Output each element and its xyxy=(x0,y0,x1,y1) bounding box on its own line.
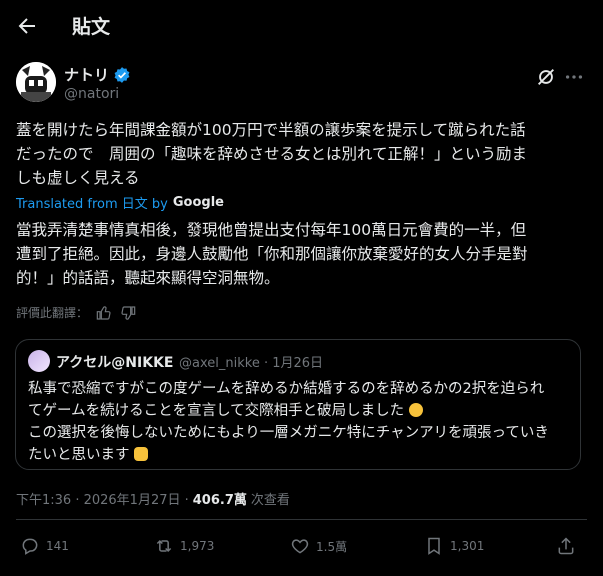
bookmark-icon xyxy=(428,537,440,555)
quote-line: この選択を後悔しないためにもより一層メガニケ特にチャンアリを頑張っていき xyxy=(28,425,549,441)
thumbs-down-icon[interactable] xyxy=(120,305,136,321)
header: 貼文 xyxy=(0,0,603,52)
share-icon xyxy=(558,537,574,555)
divider xyxy=(16,519,587,520)
repost-icon xyxy=(156,539,172,553)
post-line: だったので 周囲の「趣味を辞めさせる女とは別れて正解！」という励ま xyxy=(16,145,528,163)
author-name[interactable]: ナトリ xyxy=(64,64,109,85)
page-title: 貼文 xyxy=(72,16,111,38)
action-bar: 141 1,973 1.5萬 1,301 xyxy=(16,536,587,564)
view-count: 406.7萬 xyxy=(192,493,247,508)
verified-badge-icon xyxy=(113,66,131,84)
quote-handle-date[interactable]: @axel_nikke · 1月26日 xyxy=(179,352,323,371)
grok-icon[interactable] xyxy=(535,66,557,88)
quote-line-with-emoji: たいと思います xyxy=(28,444,573,466)
reply-icon xyxy=(22,538,38,555)
google-logo: Google xyxy=(172,195,224,210)
timestamp[interactable]: 下午1:36 · 2026年1月27日 · xyxy=(16,489,189,508)
share-button[interactable] xyxy=(556,536,576,556)
quote-avatar[interactable] xyxy=(28,350,50,372)
post-text: 蓋を開けたら年間課金額が100万円で半額の譲歩案を提示して蹴られた話 だったので… xyxy=(16,118,584,190)
back-arrow-icon[interactable] xyxy=(15,14,39,38)
quote-line: 私事で恐縮ですがこの度ゲームを辞めるか結婚するのを辞めるかの2択を迫られ xyxy=(28,381,545,397)
view-label: 次查看 xyxy=(250,493,290,508)
like-count: 1.5萬 xyxy=(316,539,348,554)
repost-count: 1,973 xyxy=(180,539,215,553)
translated-line: 當我弄清楚事情真相後，發現他曾提出支付每年100萬日元會費的一半，但 xyxy=(16,221,527,239)
quoted-post[interactable]: アクセル@NIKKE @axel_nikke · 1月26日 私事で恐縮ですがこ… xyxy=(15,339,581,470)
flexed-biceps-emoji-icon xyxy=(134,447,149,461)
translated-text: 當我弄清楚事情真相後，發現他曾提出支付每年100萬日元會費的一半，但 遭到了拒絕… xyxy=(16,218,584,290)
avatar[interactable] xyxy=(16,62,56,102)
bookmark-button[interactable]: 1,301 xyxy=(424,536,484,556)
author-name-row[interactable]: ナトリ xyxy=(64,64,131,85)
translated-line: 遭到了拒絕。因此，身邊人鼓勵他「你和那個讓你放棄愛好的女人分手是對 xyxy=(16,245,528,263)
quote-text: 私事で恐縮ですがこの度ゲームを辞めるか結婚するのを辞めるかの2択を迫られ てゲー… xyxy=(28,378,573,466)
quote-line-with-emoji: てゲームを続けることを宣言して交際相手と破局しました xyxy=(28,400,573,422)
translation-attribution[interactable]: Translated from 日文 by Google xyxy=(16,193,224,212)
crying-face-emoji-icon xyxy=(408,403,423,417)
post-meta: 下午1:36 · 2026年1月27日 · 406.7萬 次查看 xyxy=(16,489,290,508)
heart-icon xyxy=(291,539,309,554)
quote-author-name[interactable]: アクセル@NIKKE xyxy=(56,352,174,372)
rate-translation: 評價此翻譯： xyxy=(16,304,136,321)
author-handle[interactable]: @natori xyxy=(64,86,119,102)
more-options-icon[interactable] xyxy=(563,66,585,88)
rate-label: 評價此翻譯： xyxy=(16,306,89,320)
post-line: しも虚しく見える xyxy=(16,169,140,187)
post-line: 蓋を開けたら年間課金額が100万円で半額の譲歩案を提示して蹴られた話 xyxy=(16,121,526,139)
reply-button[interactable]: 141 xyxy=(20,536,69,556)
bookmark-count: 1,301 xyxy=(450,539,485,553)
like-button[interactable]: 1.5萬 xyxy=(290,536,347,556)
translation-label[interactable]: Translated from 日文 by xyxy=(16,193,168,212)
thumbs-up-icon[interactable] xyxy=(96,305,112,321)
repost-button[interactable]: 1,973 xyxy=(154,536,214,556)
reply-count: 141 xyxy=(46,539,69,553)
translated-line: 的！」的話語，聽起來顯得空洞無物。 xyxy=(16,269,280,287)
